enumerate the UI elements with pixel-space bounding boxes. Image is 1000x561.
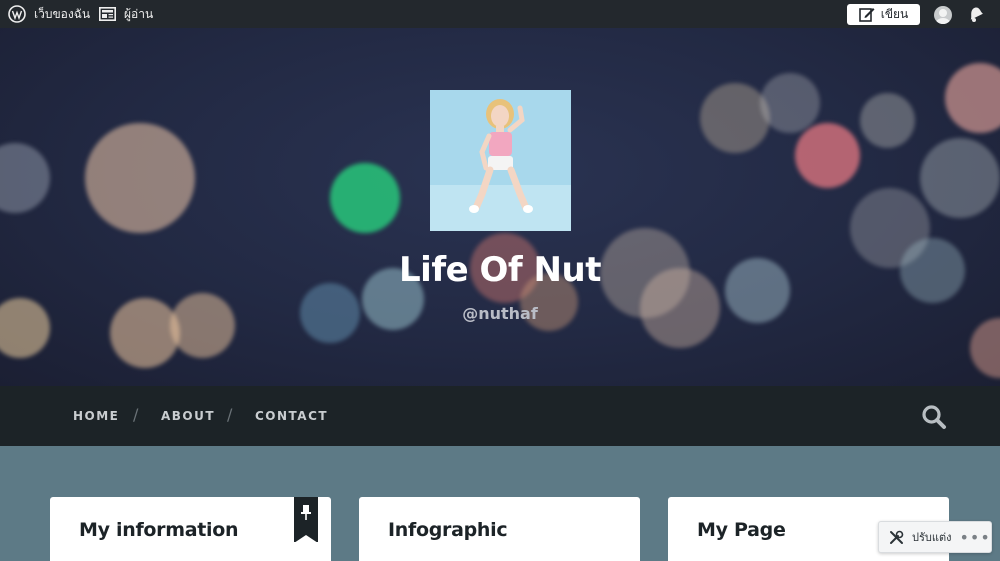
site-title[interactable]: Life Of Nut <box>0 250 1000 290</box>
widget-title: My information <box>79 519 239 541</box>
customize-label: ปรับแต่ง <box>912 531 952 544</box>
site-description: @nuthaf <box>462 304 538 323</box>
bokeh-light <box>85 123 195 233</box>
site-header: Life Of Nut @nuthaf <box>0 28 1000 386</box>
main-navigation: HOME / ABOUT / CONTACT <box>0 386 1000 446</box>
reader-icon <box>99 7 116 21</box>
search-icon[interactable] <box>921 404 947 434</box>
nav-item-contact[interactable]: CONTACT <box>255 409 328 423</box>
tools-icon <box>889 530 904 545</box>
widget-title: Infographic <box>388 519 508 541</box>
my-sites-label: เว็บของฉัน <box>34 6 91 21</box>
bokeh-light <box>920 138 1000 218</box>
write-label: เขียน <box>880 7 909 21</box>
write-button[interactable]: เขียน <box>847 4 920 25</box>
bokeh-light <box>170 293 235 358</box>
notifications-bell-icon[interactable] <box>966 5 985 27</box>
pin-icon <box>300 505 312 525</box>
sticky-ribbon <box>294 497 318 543</box>
reader-button[interactable]: ผู้อ่าน <box>99 0 153 28</box>
user-avatar[interactable] <box>934 6 952 24</box>
bokeh-light <box>0 143 50 213</box>
nav-item-about[interactable]: ABOUT <box>161 409 215 423</box>
site-logo[interactable] <box>430 90 571 231</box>
edit-icon <box>858 7 875 22</box>
customize-button[interactable]: ปรับแต่ง ••• <box>878 521 992 553</box>
more-icon[interactable]: ••• <box>959 528 990 547</box>
bokeh-light <box>860 93 915 148</box>
reader-label: ผู้อ่าน <box>124 6 154 21</box>
admin-bar: เว็บของฉัน ผู้อ่าน เขียน <box>0 0 1000 28</box>
bokeh-light <box>760 73 820 133</box>
nav-separator: / <box>227 405 233 424</box>
bokeh-light <box>945 63 1000 133</box>
bokeh-light <box>700 83 770 153</box>
bokeh-light <box>330 163 400 233</box>
nav-separator: / <box>133 405 139 424</box>
nav-item-home[interactable]: HOME <box>73 409 119 423</box>
widget-title: My Page <box>697 519 786 541</box>
widget-infographic: Infographic <box>359 497 640 561</box>
bokeh-light <box>970 318 1000 378</box>
my-sites-button[interactable]: เว็บของฉัน <box>8 0 90 28</box>
bokeh-light <box>795 123 860 188</box>
widget-my-information: My information <box>50 497 331 561</box>
wordpress-icon <box>8 5 26 23</box>
